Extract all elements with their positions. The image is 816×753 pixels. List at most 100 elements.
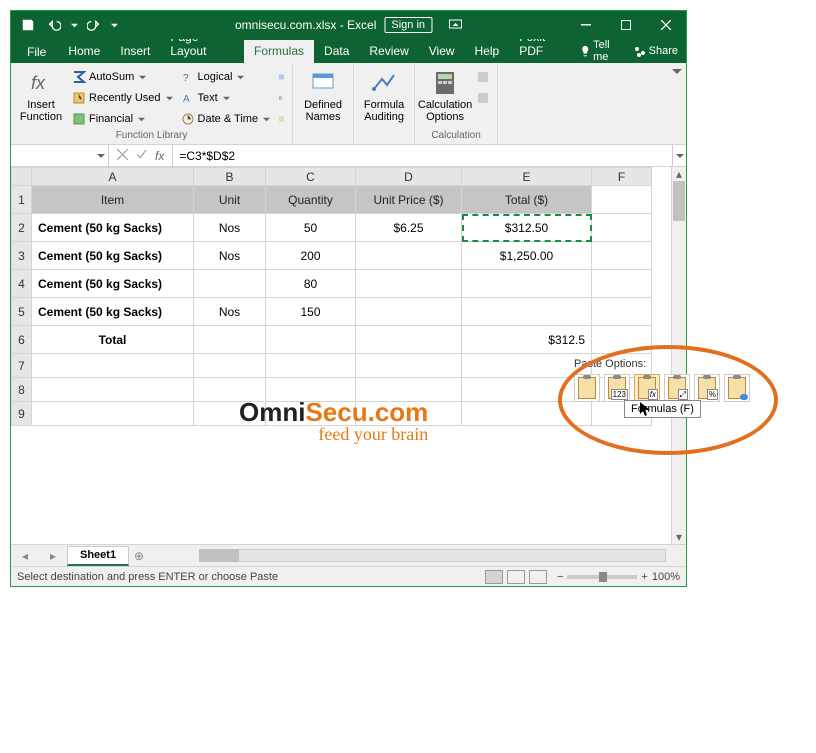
text-button[interactable]: AText (178, 88, 274, 108)
defined-names-button[interactable]: Defined Names (297, 67, 349, 129)
cell-D3[interactable] (356, 242, 462, 270)
cell-B3[interactable]: Nos (194, 242, 266, 270)
row-5[interactable]: 5 (12, 298, 32, 326)
paste-formatting-option[interactable]: % (694, 374, 720, 402)
normal-view-icon[interactable] (485, 570, 503, 584)
col-E[interactable]: E (462, 168, 592, 186)
tab-insert[interactable]: Insert (110, 40, 160, 63)
formula-auditing-button[interactable]: Formula Auditing (358, 67, 410, 129)
cell-E4[interactable] (462, 270, 592, 298)
page-break-view-icon[interactable] (529, 570, 547, 584)
cell-C2[interactable]: 50 (266, 214, 356, 242)
cell-D4[interactable] (356, 270, 462, 298)
tell-me-button[interactable]: Tell me (580, 39, 624, 63)
save-icon[interactable] (17, 14, 39, 36)
name-box[interactable] (11, 145, 109, 166)
cell-B1[interactable]: Unit (194, 186, 266, 214)
col-B[interactable]: B (194, 168, 266, 186)
col-A[interactable]: A (32, 168, 194, 186)
tab-view[interactable]: View (419, 40, 465, 63)
financial-button[interactable]: Financial (69, 109, 176, 129)
cell-F1[interactable] (592, 186, 652, 214)
cell-E2[interactable]: $312.50 (462, 214, 592, 242)
name-box-dropdown[interactable] (97, 152, 105, 160)
grid[interactable]: A B C D E F 1 Item Unit Quantity Unit Pr… (11, 167, 686, 544)
cell-E6[interactable]: $312.5 (462, 326, 592, 354)
cell-D5[interactable] (356, 298, 462, 326)
enter-formula-icon[interactable] (136, 149, 147, 163)
tab-home[interactable]: Home (58, 40, 110, 63)
row-6[interactable]: 6 (12, 326, 32, 354)
redo-icon[interactable] (83, 14, 105, 36)
cell-B2[interactable]: Nos (194, 214, 266, 242)
share-button[interactable]: Share (634, 45, 678, 57)
cell-C5[interactable]: 150 (266, 298, 356, 326)
tab-data[interactable]: Data (314, 40, 359, 63)
zoom-slider[interactable] (567, 575, 637, 579)
cancel-formula-icon[interactable] (117, 149, 128, 163)
autosum-button[interactable]: AutoSum (69, 67, 176, 87)
sheet-tab-sheet1[interactable]: Sheet1 (67, 546, 129, 566)
zoom-level[interactable]: 100% (652, 571, 680, 583)
tab-help[interactable]: Help (465, 40, 510, 63)
cell-C6[interactable] (266, 326, 356, 354)
lookup-button[interactable] (275, 67, 288, 87)
sheet-nav-left[interactable]: ◂ (11, 545, 39, 566)
paste-link-option[interactable] (724, 374, 750, 402)
cell-E5[interactable] (462, 298, 592, 326)
cell-A3[interactable]: Cement (50 kg Sacks) (32, 242, 194, 270)
col-C[interactable]: C (266, 168, 356, 186)
cell-F2[interactable] (592, 214, 652, 242)
cell-F5[interactable] (592, 298, 652, 326)
row-1[interactable]: 1 (12, 186, 32, 214)
date-time-button[interactable]: Date & Time (178, 109, 274, 129)
undo-icon[interactable] (43, 14, 65, 36)
insert-function-button[interactable]: fx Insert Function (15, 67, 67, 129)
undo-dropdown[interactable] (69, 22, 79, 29)
scroll-down-icon[interactable]: ▾ (672, 530, 686, 544)
vertical-scrollbar[interactable]: ▴ ▾ (671, 167, 686, 544)
ribbon-display-icon[interactable] (448, 18, 462, 32)
cell-A2[interactable]: Cement (50 kg Sacks) (32, 214, 194, 242)
cell-B5[interactable]: Nos (194, 298, 266, 326)
col-D[interactable]: D (356, 168, 462, 186)
cell-F3[interactable] (592, 242, 652, 270)
cell-C1[interactable]: Quantity (266, 186, 356, 214)
cell-A9[interactable] (32, 402, 194, 426)
minimize-button[interactable] (566, 11, 606, 39)
cell-C3[interactable]: 200 (266, 242, 356, 270)
tab-formulas[interactable]: Formulas (244, 40, 314, 63)
row-2[interactable]: 2 (12, 214, 32, 242)
recently-used-button[interactable]: Recently Used (69, 88, 176, 108)
collapse-ribbon-icon[interactable] (668, 63, 686, 144)
cell-C4[interactable]: 80 (266, 270, 356, 298)
row-9[interactable]: 9 (12, 402, 32, 426)
cell-A5[interactable]: Cement (50 kg Sacks) (32, 298, 194, 326)
cell-A4[interactable]: Cement (50 kg Sacks) (32, 270, 194, 298)
cell-E1[interactable]: Total ($) (462, 186, 592, 214)
cell-A8[interactable] (32, 378, 194, 402)
formula-input[interactable]: =C3*$D$2 (173, 145, 672, 166)
horizontal-scrollbar[interactable] (199, 545, 686, 566)
cell-D6[interactable] (356, 326, 462, 354)
maximize-button[interactable] (606, 11, 646, 39)
expand-formula-bar-icon[interactable] (672, 145, 686, 166)
cell-E3[interactable]: $1,250.00 (462, 242, 592, 270)
page-layout-view-icon[interactable] (507, 570, 525, 584)
cell-A7[interactable] (32, 354, 194, 378)
cell-D1[interactable]: Unit Price ($) (356, 186, 462, 214)
select-all-corner[interactable] (12, 168, 32, 186)
close-button[interactable] (646, 11, 686, 39)
logical-button[interactable]: ?Logical (178, 67, 274, 87)
cell-A1[interactable]: Item (32, 186, 194, 214)
col-F[interactable]: F (592, 168, 652, 186)
cell-B4[interactable] (194, 270, 266, 298)
qat-customize[interactable] (109, 22, 119, 29)
math-button[interactable]: θ (275, 88, 288, 108)
new-sheet-button[interactable]: ⊕ (129, 545, 149, 566)
calc-now-button[interactable] (473, 67, 493, 87)
vscroll-thumb[interactable] (673, 181, 685, 221)
row-4[interactable]: 4 (12, 270, 32, 298)
cell-D2[interactable]: $6.25 (356, 214, 462, 242)
cell-F6[interactable] (592, 326, 652, 354)
